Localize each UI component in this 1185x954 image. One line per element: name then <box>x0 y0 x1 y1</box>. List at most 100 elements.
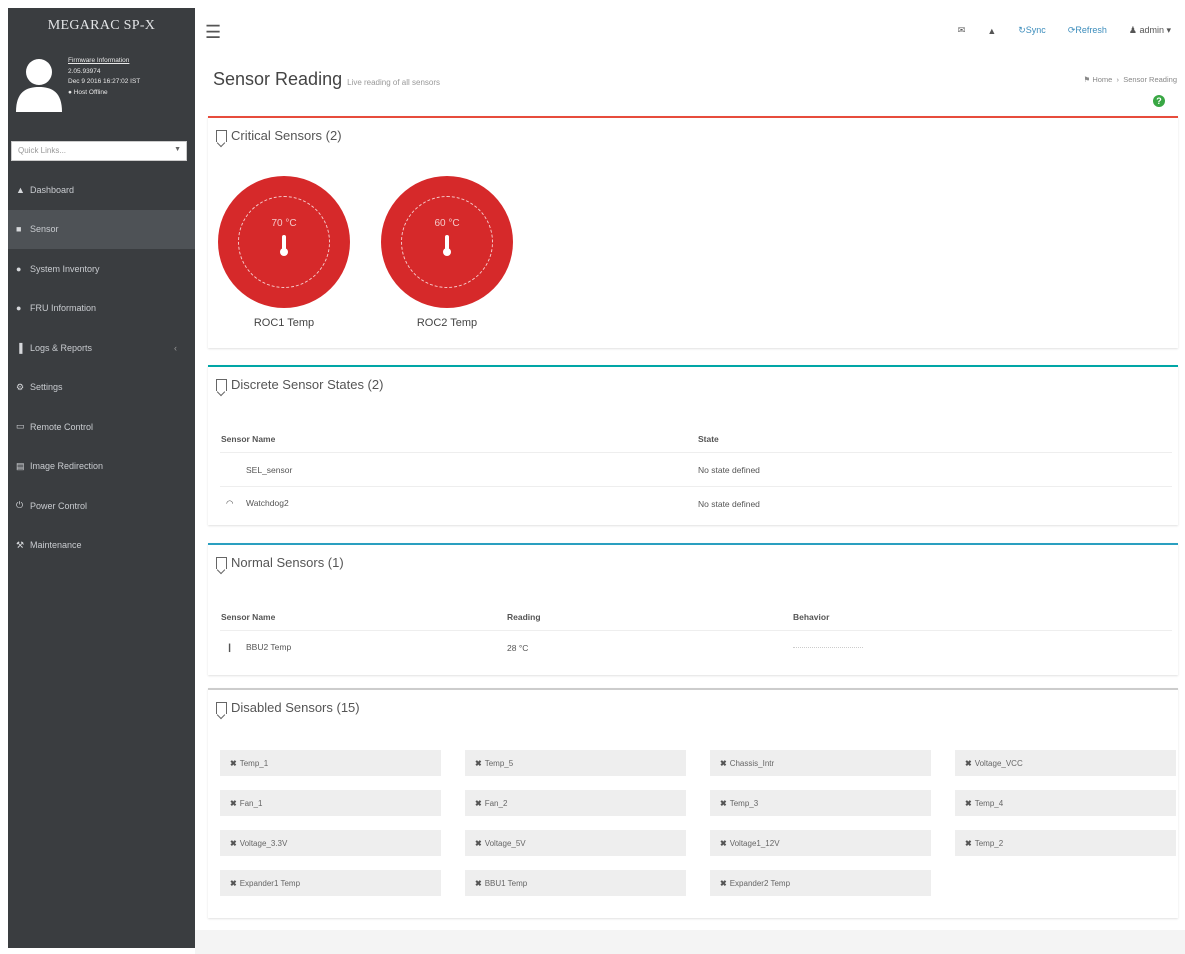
hamburger-menu-icon[interactable]: ☰ <box>205 22 221 43</box>
disabled-sensor-chip[interactable]: ✖ Temp_4 <box>955 790 1176 816</box>
close-icon: ✖ <box>475 878 482 888</box>
sensor-name: SEL_sensor <box>246 464 293 475</box>
disabled-sensors-box: Disabled Sensors (15) ✖ Temp_1 ✖ Temp_5 ✖ Cha… <box>208 688 1178 918</box>
help-icon[interactable]: ? <box>1153 95 1165 107</box>
breadcrumb-home[interactable]: Home <box>1092 75 1112 84</box>
sync-button[interactable]: ↻Sync <box>1018 25 1046 36</box>
bookmark-icon <box>216 378 227 391</box>
gauge-value: 70 °C <box>271 218 297 229</box>
breadcrumb-current: Sensor Reading <box>1123 75 1177 84</box>
message-icon[interactable]: ✉ <box>958 25 966 36</box>
sensor-name: Watchdog2 <box>246 498 289 508</box>
disabled-sensor-chip[interactable]: ✖ Chassis_Intr <box>710 750 931 776</box>
sidebar-item-fru-information[interactable]: ● FRU Information <box>8 289 195 329</box>
close-icon: ✖ <box>230 798 237 808</box>
sidebar-item-system-inventory[interactable]: ● System Inventory <box>8 249 195 289</box>
disabled-sensor-chip[interactable]: ✖ Fan_2 <box>465 790 686 816</box>
firmware-date: Dec 9 2016 16:27:02 IST <box>68 78 141 85</box>
sensor-name-cell: ◠ Watchdog2 <box>220 486 697 520</box>
user-menu[interactable]: ♟ admin ▾ <box>1129 25 1171 36</box>
sidebar-item-power-control[interactable]: ⏻ Power Control <box>8 486 195 526</box>
critical-sensor-gauge[interactable]: 60 °C ROC2 Temp <box>381 176 513 329</box>
disabled-sensor-chip[interactable]: ✖ Voltage_3.3V <box>220 830 441 856</box>
disabled-sensor-name: Temp_2 <box>974 838 1004 848</box>
sensor-state: No state defined <box>697 452 1172 487</box>
col-reading: Reading <box>507 611 541 622</box>
close-icon: ✖ <box>720 758 727 768</box>
critical-sensors-title: Critical Sensors (2) <box>208 118 1178 143</box>
sensor-name: BBU2 Temp <box>246 642 292 652</box>
sidebar-item-label: Image Redirection <box>30 461 104 472</box>
disabled-sensor-chip[interactable]: ✖ Temp_3 <box>710 790 931 816</box>
sidebar-item-maintenance[interactable]: ⚒ Maintenance <box>8 526 195 566</box>
gauge-label: ROC1 Temp <box>253 317 315 329</box>
page-title: Sensor Reading Live reading of all sensor… <box>213 69 440 90</box>
sidebar-item-remote-control[interactable]: ▭ Remote Control <box>8 407 195 447</box>
col-sensor-name: Sensor Name <box>221 433 276 444</box>
disabled-sensor-chip[interactable]: ✖ Voltage_VCC <box>955 750 1176 776</box>
close-icon: ✖ <box>475 798 482 808</box>
disabled-sensor-chip[interactable]: ✖ Expander1 Temp <box>220 870 441 896</box>
page-header: Sensor Reading Live reading of all sensor… <box>203 58 1185 116</box>
inventory-icon: ● <box>16 263 22 274</box>
info-icon: ● <box>16 303 22 314</box>
table-row[interactable]: SEL_sensor No state defined <box>220 452 1172 487</box>
discrete-sensors-title: Discrete Sensor States (2) <box>208 367 1178 392</box>
table-row[interactable]: ◠ Watchdog2 No state defined <box>220 486 1172 520</box>
critical-sensors-box: Critical Sensors (2) 70 °C ROC1 Temp 60 °C… <box>208 116 1178 348</box>
critical-sensor-gauge[interactable]: 70 °C ROC1 Temp <box>218 176 350 329</box>
wrench-icon: ⚒ <box>16 539 25 550</box>
close-icon: ✖ <box>475 838 482 848</box>
disabled-sensor-chip[interactable]: ✖ Voltage1_12V <box>710 830 931 856</box>
brand-logo[interactable]: MEGARAC SP-X <box>8 8 195 44</box>
sidebar-item-label: Dashboard <box>30 184 75 195</box>
sidebar-item-dashboard[interactable]: ▲ Dashboard <box>8 170 195 210</box>
close-icon: ✖ <box>720 798 727 808</box>
disabled-sensor-chip[interactable]: ✖ Expander2 Temp <box>710 870 931 896</box>
gauge-circle: 70 °C <box>218 176 350 308</box>
discrete-sensors-table: Sensor Name State SEL_sensor No state def… <box>220 425 1172 520</box>
chevron-left-icon: ‹ <box>174 342 177 353</box>
bookmark-icon <box>216 129 227 142</box>
gear-icon: ⚙ <box>16 381 25 392</box>
refresh-button[interactable]: ⟳Refresh <box>1068 25 1107 36</box>
col-behavior: Behavior <box>793 611 830 622</box>
quick-links-placeholder: Quick Links... <box>18 146 67 155</box>
disabled-sensor-chip[interactable]: ✖ Temp_1 <box>220 750 441 776</box>
sensor-name-cell: SEL_sensor <box>220 452 697 487</box>
disabled-sensor-chip[interactable]: ✖ Temp_5 <box>465 750 686 776</box>
disabled-sensor-chip[interactable]: ✖ Temp_2 <box>955 830 1176 856</box>
caret-down-icon: ▼ <box>174 146 181 153</box>
page-title-text: Sensor Reading <box>213 69 343 89</box>
disabled-sensor-name: Temp_1 <box>239 758 269 768</box>
watchdog-icon: ◠ <box>226 498 234 508</box>
discrete-sensors-title-text: Discrete Sensor States (2) <box>231 377 384 392</box>
disabled-sensor-chip[interactable]: ✖ Voltage_5V <box>465 830 686 856</box>
disabled-sensor-chip[interactable]: ✖ Fan_1 <box>220 790 441 816</box>
disabled-sensors-title: Disabled Sensors (15) <box>208 690 1178 715</box>
sidebar-item-image-redirection[interactable]: ▤ Image Redirection <box>8 447 195 487</box>
normal-sensors-title-text: Normal Sensors (1) <box>231 555 344 570</box>
gauge-value: 60 °C <box>434 218 460 229</box>
sidebar-item-settings[interactable]: ⚙ Settings <box>8 368 195 408</box>
firmware-version: 2.05.93974 <box>68 67 101 75</box>
power-icon: ⏻ <box>16 500 24 511</box>
sidebar-item-logs-reports[interactable]: ▐ Logs & Reports ‹ <box>8 328 195 368</box>
close-icon: ✖ <box>230 878 237 888</box>
warning-icon[interactable]: ▲ <box>987 26 996 36</box>
disabled-sensors-list: ✖ Temp_1 ✖ Temp_5 ✖ Chassis_Intr ✖ Voltage_VCC ✖… <box>220 750 1176 896</box>
close-icon: ✖ <box>965 838 972 848</box>
disabled-sensor-chip[interactable]: ✖ BBU1 Temp <box>465 870 686 896</box>
disabled-sensor-name: Expander1 Temp <box>239 878 301 888</box>
critical-sensors-title-text: Critical Sensors (2) <box>231 128 342 143</box>
firmware-info-link[interactable]: Firmware Information <box>68 56 140 67</box>
table-row[interactable]: ❙ BBU2 Temp 28 °C <box>220 630 1172 664</box>
disabled-sensor-name: Voltage_3.3V <box>239 838 288 848</box>
caret-down-icon: ▾ <box>1163 25 1171 35</box>
sensor-name-cell: ❙ BBU2 Temp <box>220 630 506 664</box>
sidebar-item-sensor[interactable]: ■ Sensor <box>8 209 195 249</box>
user-avatar-icon <box>16 59 62 112</box>
normal-sensors-box: Normal Sensors (1) Sensor Name Reading B… <box>208 543 1178 675</box>
col-sensor-name: Sensor Name <box>221 611 276 622</box>
quick-links-select[interactable]: Quick Links... ▼ <box>11 141 187 161</box>
